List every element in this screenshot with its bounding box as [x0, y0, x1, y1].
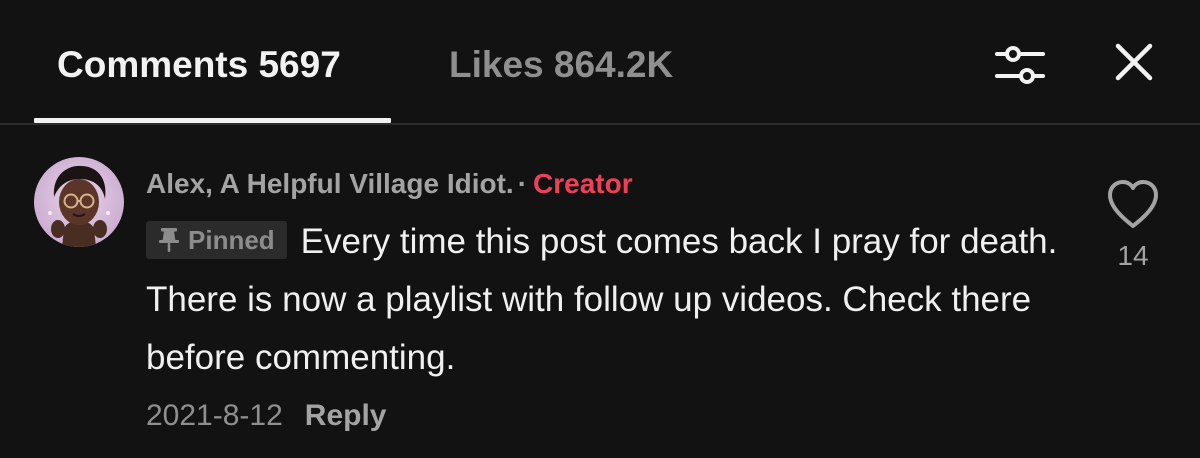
- reply-button[interactable]: Reply: [305, 399, 387, 432]
- like-count: 14: [1117, 240, 1149, 271]
- comment-author-line: Alex, A Helpful Village Idiot. · Creator: [146, 164, 633, 204]
- close-icon[interactable]: [1110, 38, 1158, 86]
- header-divider: [0, 123, 1200, 125]
- pinned-badge: Pinned: [146, 220, 287, 259]
- avatar[interactable]: [34, 157, 124, 247]
- author-separator: ·: [517, 168, 528, 199]
- comment-meta: 2021-8-12 Reply: [146, 394, 386, 438]
- comment-date: 2021-8-12: [146, 399, 283, 432]
- pin-icon: [159, 227, 179, 252]
- tab-comments[interactable]: Comments 5697: [57, 40, 341, 90]
- comment-body: Pinned Every time this post comes back I …: [146, 213, 1066, 387]
- heart-outline-icon[interactable]: [1104, 176, 1162, 232]
- tab-likes[interactable]: Likes 864.2K: [449, 40, 673, 90]
- pinned-label: Pinned: [188, 224, 275, 255]
- comment-author-name[interactable]: Alex, A Helpful Village Idiot.: [146, 168, 514, 199]
- comments-panel-header: Comments 5697 Likes 864.2K: [0, 0, 1200, 124]
- creator-badge: Creator: [533, 168, 633, 199]
- filter-icon[interactable]: [993, 38, 1047, 92]
- avatar-illustration: [34, 157, 124, 247]
